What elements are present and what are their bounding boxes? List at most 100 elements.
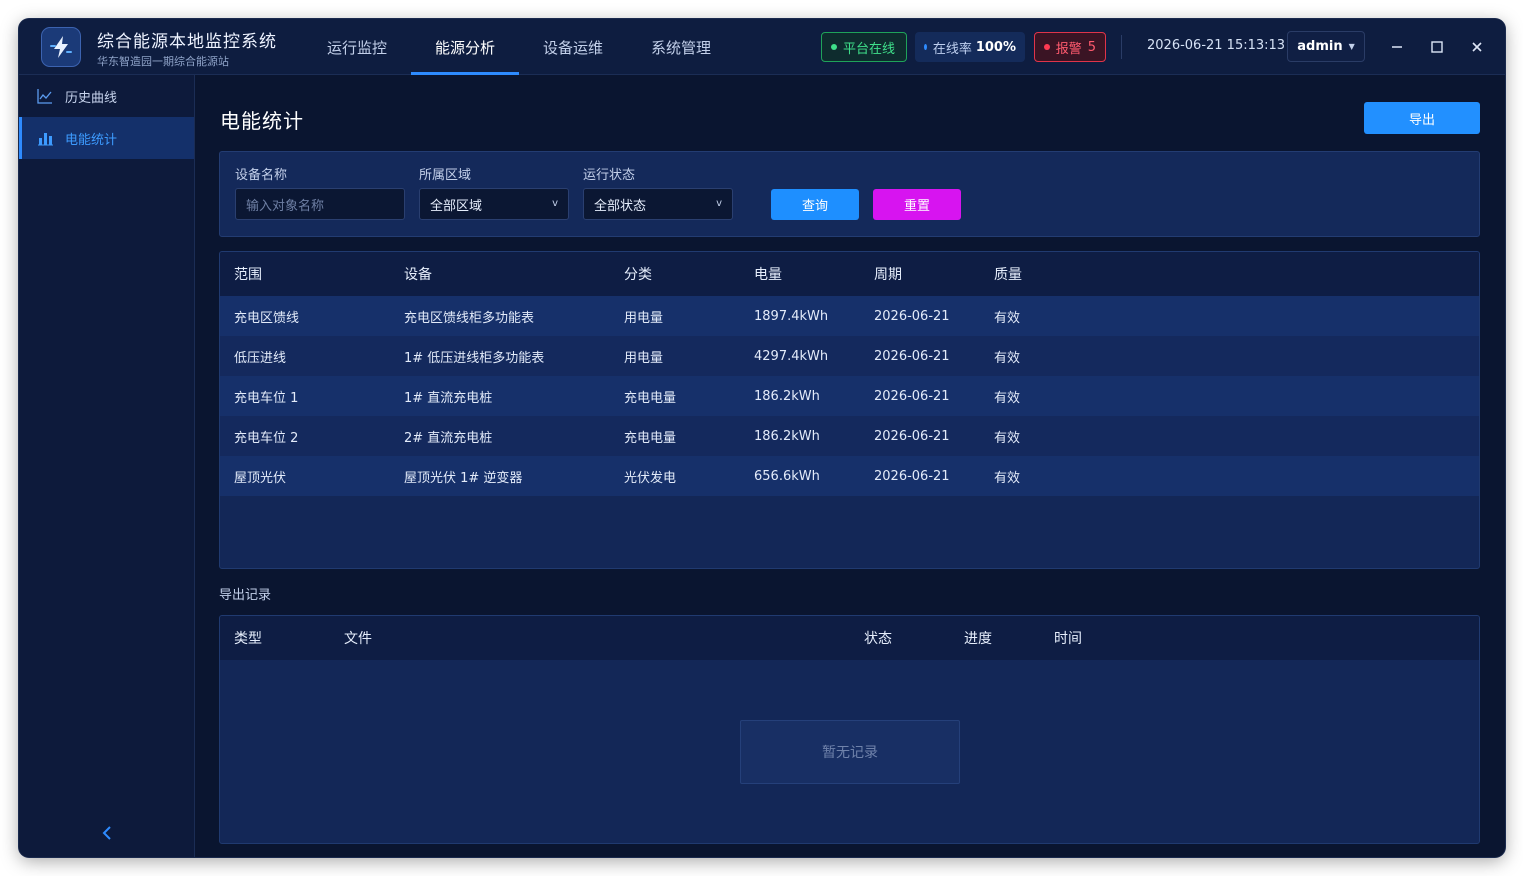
sidebar-item-energy-statistics[interactable]: 电能统计	[19, 117, 194, 159]
device-name-label: 设备名称	[235, 168, 288, 183]
cell-energy: 1897.4kWh	[754, 308, 829, 324]
bar-chart-icon	[37, 130, 53, 146]
nav-item-energy-analysis[interactable]: 能源分析	[411, 19, 519, 75]
cell-energy: 4297.4kWh	[754, 348, 829, 364]
export-records-title: 导出记录	[219, 588, 272, 603]
cell-energy: 656.6kWh	[754, 468, 820, 484]
cell-quality: 有效	[994, 310, 1021, 326]
cell-scope: 屋顶光伏	[234, 470, 287, 486]
area-label: 所属区域	[419, 168, 472, 183]
table-row[interactable]: 屋顶光伏 屋顶光伏 1# 逆变器 光伏发电 656.6kWh 2026-06-2…	[220, 456, 1479, 496]
column-header: 电量	[754, 267, 782, 283]
table-row[interactable]: 充电区馈线 充电区馈线柜多功能表 用电量 1897.4kWh 2026-06-2…	[220, 296, 1479, 336]
cell-category: 光伏发电	[624, 470, 677, 486]
cell-period: 2026-06-21	[874, 428, 950, 444]
cell-device: 1# 直流充电桩	[404, 390, 493, 406]
header-divider	[1121, 35, 1122, 59]
area-select[interactable]: 全部区域 v	[419, 188, 569, 220]
chevron-down-icon: v	[552, 198, 558, 209]
column-header: 类型	[234, 631, 262, 647]
collapse-sidebar-button[interactable]	[97, 823, 117, 843]
cell-category: 充电电量	[624, 390, 677, 406]
online-rate-value: 100%	[975, 39, 1016, 55]
area-select-value: 全部区域	[430, 198, 483, 214]
app-title: 综合能源本地监控系统	[97, 32, 277, 52]
cell-scope: 充电车位 1	[234, 390, 299, 406]
column-header: 文件	[344, 631, 372, 647]
cell-device: 屋顶光伏 1# 逆变器	[404, 470, 523, 486]
cell-scope: 充电车位 2	[234, 430, 299, 446]
alarm-label: 报警	[1055, 41, 1082, 57]
cell-device: 1# 低压进线柜多功能表	[404, 350, 545, 366]
empty-state: 暂无记录	[740, 720, 960, 784]
page-title: 电能统计	[220, 109, 304, 133]
alarm-badge[interactable]: 报警 5	[1034, 32, 1106, 62]
nav-item-operation-monitor[interactable]: 运行监控	[303, 19, 411, 75]
sidebar-item-label: 电能统计	[65, 132, 118, 148]
cell-quality: 有效	[994, 430, 1021, 446]
sidebar-item-history-curve[interactable]: 历史曲线	[19, 75, 194, 117]
status-select[interactable]: 全部状态 v	[583, 188, 733, 220]
query-button[interactable]: 查询	[771, 189, 859, 220]
cell-period: 2026-06-21	[874, 388, 950, 404]
platform-status-badge: 平台在线	[821, 32, 907, 62]
cell-scope: 低压进线	[234, 350, 287, 366]
app-window: 综合能源本地监控系统 华东智造园一期综合能源站 运行监控 能源分析 设备运维 系…	[19, 19, 1505, 857]
maximize-button[interactable]	[1423, 33, 1451, 61]
cell-period: 2026-06-21	[874, 348, 950, 364]
sidebar: 历史曲线 电能统计	[19, 75, 195, 857]
chevron-down-icon: v	[716, 198, 722, 209]
column-header: 分类	[624, 267, 652, 283]
cell-energy: 186.2kWh	[754, 428, 820, 444]
user-menu[interactable]: admin ▼	[1287, 31, 1365, 62]
caret-down-icon: ▼	[1348, 42, 1355, 51]
online-dot-icon	[831, 44, 837, 50]
reset-button[interactable]: 重置	[873, 189, 961, 220]
nav-item-system-management[interactable]: 系统管理	[627, 19, 735, 75]
app-logo	[41, 27, 81, 67]
table-row[interactable]: 充电车位 1 1# 直流充电桩 充电电量 186.2kWh 2026-06-21…	[220, 376, 1479, 416]
column-header: 进度	[964, 631, 992, 647]
table-header: 范围 设备 分类 电量 周期 质量	[220, 252, 1479, 296]
status-select-value: 全部状态	[594, 198, 647, 214]
sidebar-item-label: 历史曲线	[65, 90, 118, 106]
cell-scope: 充电区馈线	[234, 310, 300, 326]
line-chart-icon	[37, 88, 53, 104]
column-header: 设备	[404, 267, 432, 283]
column-header: 范围	[234, 267, 262, 283]
lightning-icon	[50, 36, 72, 58]
app-subtitle: 华东智造园一期综合能源站	[97, 55, 229, 68]
table-row[interactable]: 充电车位 2 2# 直流充电桩 充电电量 186.2kWh 2026-06-21…	[220, 416, 1479, 456]
alarm-count: 5	[1087, 39, 1096, 55]
cell-quality: 有效	[994, 390, 1021, 406]
alarm-dot-icon	[1044, 44, 1050, 50]
cell-period: 2026-06-21	[874, 308, 950, 324]
cell-category: 充电电量	[624, 430, 677, 446]
cell-quality: 有效	[994, 470, 1021, 486]
column-header: 时间	[1054, 631, 1082, 647]
cell-device: 2# 直流充电桩	[404, 430, 493, 446]
maximize-icon	[1431, 41, 1443, 53]
cell-category: 用电量	[624, 350, 664, 366]
main-nav: 运行监控 能源分析 设备运维 系统管理	[303, 19, 735, 75]
cell-quality: 有效	[994, 350, 1021, 366]
export-button[interactable]: 导出	[1364, 102, 1480, 134]
status-label: 运行状态	[583, 168, 636, 183]
device-name-input[interactable]: 输入对象名称	[235, 188, 405, 220]
column-header: 质量	[994, 267, 1022, 283]
user-name: admin	[1297, 39, 1343, 54]
filter-panel: 设备名称 输入对象名称 所属区域 全部区域 v 运行状态 全部状态 v 查询 重…	[219, 151, 1480, 237]
chevron-left-icon	[102, 826, 111, 840]
close-button[interactable]	[1463, 33, 1491, 61]
cell-period: 2026-06-21	[874, 468, 950, 484]
column-header: 状态	[864, 631, 892, 647]
cell-energy: 186.2kWh	[754, 388, 820, 404]
top-bar: 综合能源本地监控系统 华东智造园一期综合能源站 运行监控 能源分析 设备运维 系…	[19, 19, 1505, 75]
table-row[interactable]: 低压进线 1# 低压进线柜多功能表 用电量 4297.4kWh 2026-06-…	[220, 336, 1479, 376]
online-rate-label: 在线率	[932, 41, 972, 57]
cell-category: 用电量	[624, 310, 664, 326]
minimize-button[interactable]	[1383, 33, 1411, 61]
nav-item-device-maintenance[interactable]: 设备运维	[519, 19, 627, 75]
close-icon	[1472, 42, 1482, 52]
online-rate-badge: 在线率 100%	[915, 32, 1025, 62]
